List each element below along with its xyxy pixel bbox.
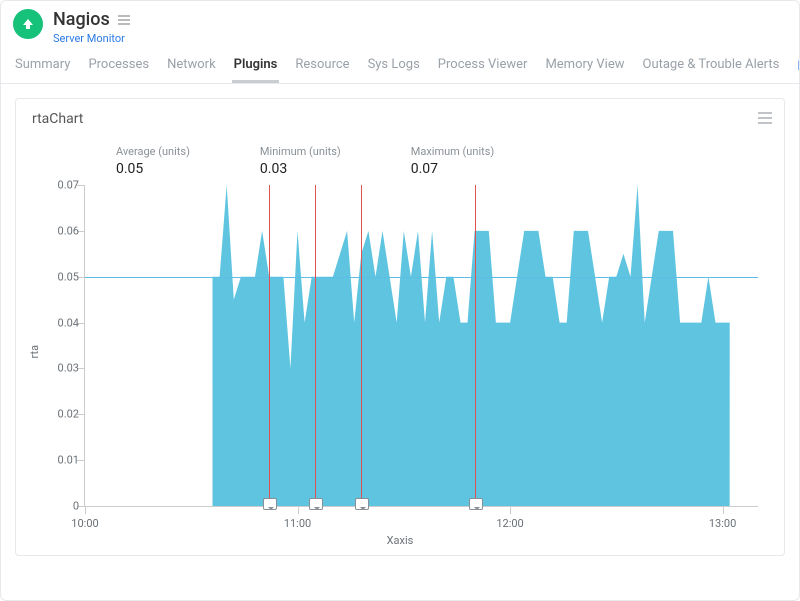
y-tick-label: 0.07 (39, 179, 79, 192)
stat-label: Average (units) (116, 145, 190, 158)
tab-process-viewer[interactable]: Process Viewer (436, 49, 530, 83)
stat-value: 0.03 (260, 161, 341, 177)
y-tick-label: 0.02 (39, 408, 79, 421)
stat-minimum: Minimum (units) 0.03 (260, 145, 341, 177)
y-axis-label: rta (28, 345, 41, 359)
chart-marker[interactable] (269, 185, 270, 506)
chart-marker[interactable] (475, 185, 476, 506)
plot-region[interactable]: 00.010.020.030.040.050.060.0710:0011:001… (84, 185, 758, 507)
status-up-icon (13, 9, 43, 39)
tab-outage-trouble-alerts[interactable]: Outage & Trouble Alerts (641, 49, 782, 83)
area-series (85, 185, 758, 506)
tab-network[interactable]: Network (165, 49, 218, 83)
stat-value: 0.07 (411, 161, 495, 177)
app-frame: Nagios Server Monitor Summary Processes Ne… (0, 0, 800, 601)
tab-resource[interactable]: Resource (293, 49, 351, 83)
chart-panel: rtaChart Average (units) 0.05 Minimum (u… (15, 98, 785, 556)
x-tick-label: 11:00 (284, 517, 311, 530)
tab-memory-view[interactable]: Memory View (543, 49, 626, 83)
annotation-icon[interactable] (469, 498, 483, 510)
panel-menu-icon[interactable] (758, 109, 772, 128)
y-tick-label: 0.06 (39, 224, 79, 237)
tabs-bar: Summary Processes Network Plugins Resource Sy… (1, 49, 799, 84)
stat-average: Average (units) 0.05 (116, 145, 190, 177)
tabs-more[interactable]: More (795, 51, 800, 82)
stat-maximum: Maximum (units) 0.07 (411, 145, 495, 177)
panel-title: rtaChart (32, 111, 768, 127)
chart-area: rta 00.010.020.030.040.050.060.0710:0011… (32, 185, 768, 545)
chart-marker[interactable] (315, 185, 316, 506)
tab-sys-logs[interactable]: Sys Logs (366, 49, 422, 83)
page-title: Nagios (53, 9, 110, 30)
stat-row: Average (units) 0.05 Minimum (units) 0.0… (116, 145, 768, 177)
x-tick-label: 12:00 (496, 517, 523, 530)
y-tick-label: 0 (39, 500, 79, 513)
tab-processes[interactable]: Processes (86, 49, 151, 83)
hamburger-icon[interactable] (118, 15, 130, 25)
tab-summary[interactable]: Summary (13, 49, 72, 83)
page-subtitle[interactable]: Server Monitor (53, 32, 130, 45)
x-tick (298, 506, 299, 514)
x-tick (85, 506, 86, 514)
chart-marker[interactable] (361, 185, 362, 506)
stat-value: 0.05 (116, 161, 190, 177)
x-tick-label: 10:00 (71, 517, 98, 530)
annotation-icon[interactable] (355, 498, 369, 510)
x-tick-label: 13:00 (709, 517, 736, 530)
x-tick (510, 506, 511, 514)
y-tick-label: 0.03 (39, 362, 79, 375)
annotation-icon[interactable] (263, 498, 277, 510)
y-tick-label: 0.04 (39, 316, 79, 329)
annotation-icon[interactable] (309, 498, 323, 510)
reference-line (85, 277, 758, 278)
y-tick-label: 0.05 (39, 270, 79, 283)
y-tick-label: 0.01 (39, 454, 79, 467)
content-region: rtaChart Average (units) 0.05 Minimum (u… (1, 84, 799, 570)
header: Nagios Server Monitor (1, 1, 799, 49)
tab-plugins[interactable]: Plugins (232, 49, 280, 83)
x-axis-label: Xaxis (387, 534, 414, 547)
stat-label: Maximum (units) (411, 145, 495, 158)
x-tick (723, 506, 724, 514)
stat-label: Minimum (units) (260, 145, 341, 158)
